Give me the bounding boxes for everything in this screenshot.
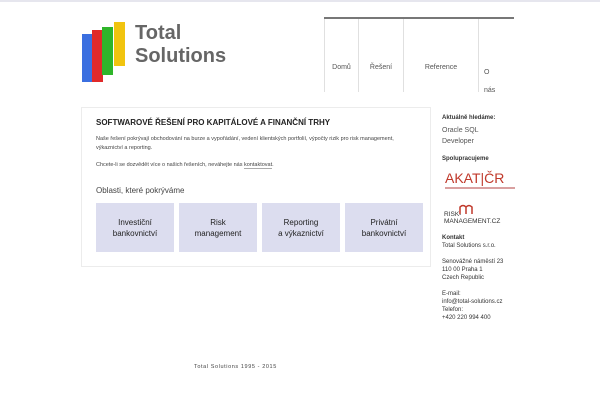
partner-akat-logo[interactable]: AKAT|ČR (445, 170, 515, 194)
contact-company: Total Solutions s.r.o. (442, 243, 496, 249)
contact-address-street: Senovážné náměstí 23 (442, 259, 504, 265)
nav-label-line1: O (484, 69, 490, 76)
main-content: SOFTWAROVÉ ŘEŠENÍ PRO KAPITÁLOVÉ A FINAN… (81, 107, 431, 267)
main-nav: Domů Řešení Reference O nás (324, 17, 514, 94)
contact-paragraph-end: . (272, 162, 274, 168)
card-line1: Reporting (283, 217, 319, 227)
partner-risk-management-logo[interactable]: RISK-MANAGEMENT.CZ (444, 204, 514, 225)
hiring-section: Aktuálně hledáme: (442, 115, 592, 121)
top-border (0, 0, 600, 2)
intro-paragraph: Naše řešení pokrývají obchodování na bur… (96, 136, 394, 151)
logo-bar-yellow (114, 22, 125, 66)
nav-item-home[interactable]: Domů (324, 19, 358, 92)
nav-label-line2: nás (484, 87, 496, 94)
hiring-line1: Oracle SQL (442, 127, 479, 134)
card-line2: management (194, 228, 242, 238)
card-line2: a výkaznictví (278, 228, 324, 238)
card-line1: Investiční (118, 217, 152, 227)
footer-copyright: Total Solutions 1995 - 2015 (194, 364, 277, 370)
contact-phone: +420 220 994 400 (442, 315, 491, 321)
nav-label: Domů (332, 64, 351, 71)
risk-management-logo-text: RISK-MANAGEMENT.CZ (444, 211, 501, 225)
akat-logo-underline (445, 187, 515, 189)
card-line1: Risk (210, 217, 226, 227)
page-title: SOFTWAROVÉ ŘEŠENÍ PRO KAPITÁLOVÉ A FINAN… (96, 118, 331, 127)
card-private-banking[interactable]: Privátní bankovnictví (345, 203, 423, 252)
areas-cards: Investiční bankovnictví Risk management Re… (96, 203, 423, 252)
logo-text-line1: Total (135, 22, 182, 44)
hiring-line2: Developer (442, 138, 474, 145)
contact-email-label: E-mail: (442, 291, 461, 297)
nav-label: Reference (424, 64, 458, 71)
card-reporting[interactable]: Reporting a výkaznictví (262, 203, 340, 252)
nav-item-solutions[interactable]: Řešení (358, 19, 403, 92)
card-line2: bankovnictví (361, 228, 407, 238)
logo-bar-green (102, 27, 113, 75)
contact-paragraph-text: Chcete-li se dozvědět více o našich řeše… (96, 162, 244, 168)
akat-logo-text: AKAT|ČR (445, 170, 505, 186)
hiring-title: Aktuálně hledáme: (442, 115, 496, 121)
contact-phone-label: Telefon: (442, 307, 464, 313)
nav-label: Řešení (369, 64, 393, 71)
partners-title: Spolupracujeme (442, 156, 489, 162)
contact-address-city: 110 00 Praha 1 (442, 267, 483, 273)
areas-title: Oblasti, které pokrýváme (96, 186, 185, 195)
contact-paragraph: Chcete-li se dozvědět více o našich řeše… (96, 161, 416, 170)
card-line2: bankovnictví (112, 228, 158, 238)
contact-email[interactable]: info@total-solutions.cz (442, 298, 503, 306)
contact-address-country: Czech Republic (442, 275, 485, 281)
nav-item-references[interactable]: Reference (403, 19, 478, 92)
logo-text: Total Solutions (135, 22, 226, 68)
contact-link[interactable]: kontaktovat (243, 162, 273, 169)
logo-text-line2: Solutions (135, 45, 227, 67)
partners-section: Spolupracujeme (442, 156, 592, 162)
card-line1: Privátní (370, 217, 398, 227)
nav-item-about[interactable]: O nás (478, 19, 514, 94)
contact-section: Kontakt Total Solutions s.r.o. Senovážné… (442, 234, 503, 322)
site-logo[interactable]: Total Solutions (82, 22, 242, 82)
hiring-position[interactable]: Oracle SQL Developer (442, 125, 479, 147)
card-investment-banking[interactable]: Investiční bankovnictví (96, 203, 174, 252)
contact-title: Kontakt (442, 235, 465, 241)
card-risk-management[interactable]: Risk management (179, 203, 257, 252)
